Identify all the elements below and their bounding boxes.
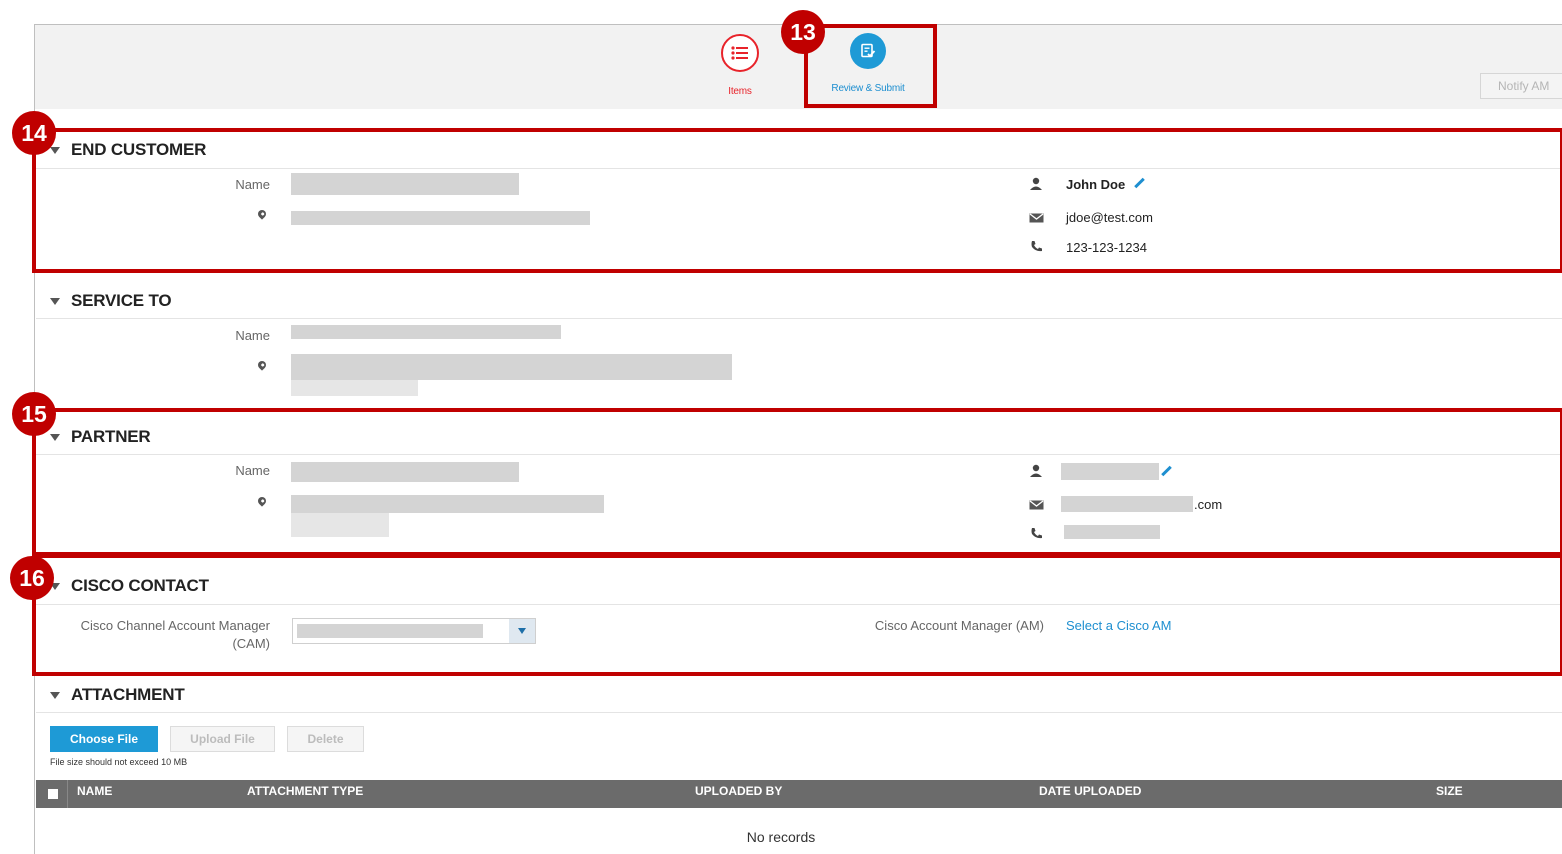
column-date-uploaded[interactable]: DATE UPLOADED — [1039, 784, 1141, 798]
upload-file-button[interactable]: Upload File — [170, 726, 275, 752]
attachment-title: ATTACHMENT — [71, 685, 185, 704]
column-size[interactable]: SIZE — [1436, 784, 1463, 798]
service-to-name-label: Name — [235, 328, 270, 343]
attachment-table-header: NAME ATTACHMENT TYPE UPLOADED BY DATE UP… — [36, 780, 1562, 808]
notify-am-button[interactable]: Notify AM — [1480, 73, 1562, 99]
annotation-box-15 — [32, 408, 1562, 558]
redacted-name — [291, 325, 561, 339]
annotation-badge-16: 16 — [10, 556, 54, 600]
empty-table-message: No records — [746, 829, 816, 845]
divider — [36, 318, 1562, 319]
collapse-caret-icon — [50, 297, 60, 305]
column-uploaded-by[interactable]: UPLOADED BY — [695, 784, 782, 798]
redacted-address-line2 — [291, 380, 418, 396]
list-icon — [721, 34, 759, 72]
annotation-badge-13: 13 — [781, 10, 825, 54]
annotation-box-16 — [32, 552, 1562, 676]
attachment-header[interactable]: ATTACHMENT — [50, 685, 185, 705]
select-all-checkbox[interactable] — [48, 789, 58, 799]
annotation-badge-15: 15 — [12, 392, 56, 436]
annotation-box-14 — [32, 128, 1562, 273]
redacted-address — [291, 354, 732, 380]
choose-file-button[interactable]: Choose File — [50, 726, 158, 752]
collapse-caret-icon — [50, 691, 60, 699]
divider — [36, 712, 1562, 713]
column-attachment-type[interactable]: ATTACHMENT TYPE — [247, 784, 363, 798]
service-to-title: SERVICE TO — [71, 291, 172, 310]
annotation-badge-14: 14 — [12, 111, 56, 155]
column-name[interactable]: NAME — [77, 784, 112, 798]
service-to-header[interactable]: SERVICE TO — [50, 291, 172, 311]
step-items-label: Items — [728, 86, 752, 97]
column-separator — [67, 780, 68, 808]
file-size-hint: File size should not exceed 10 MB — [50, 757, 188, 767]
delete-button[interactable]: Delete — [287, 726, 364, 752]
step-items[interactable]: Items — [714, 34, 766, 97]
